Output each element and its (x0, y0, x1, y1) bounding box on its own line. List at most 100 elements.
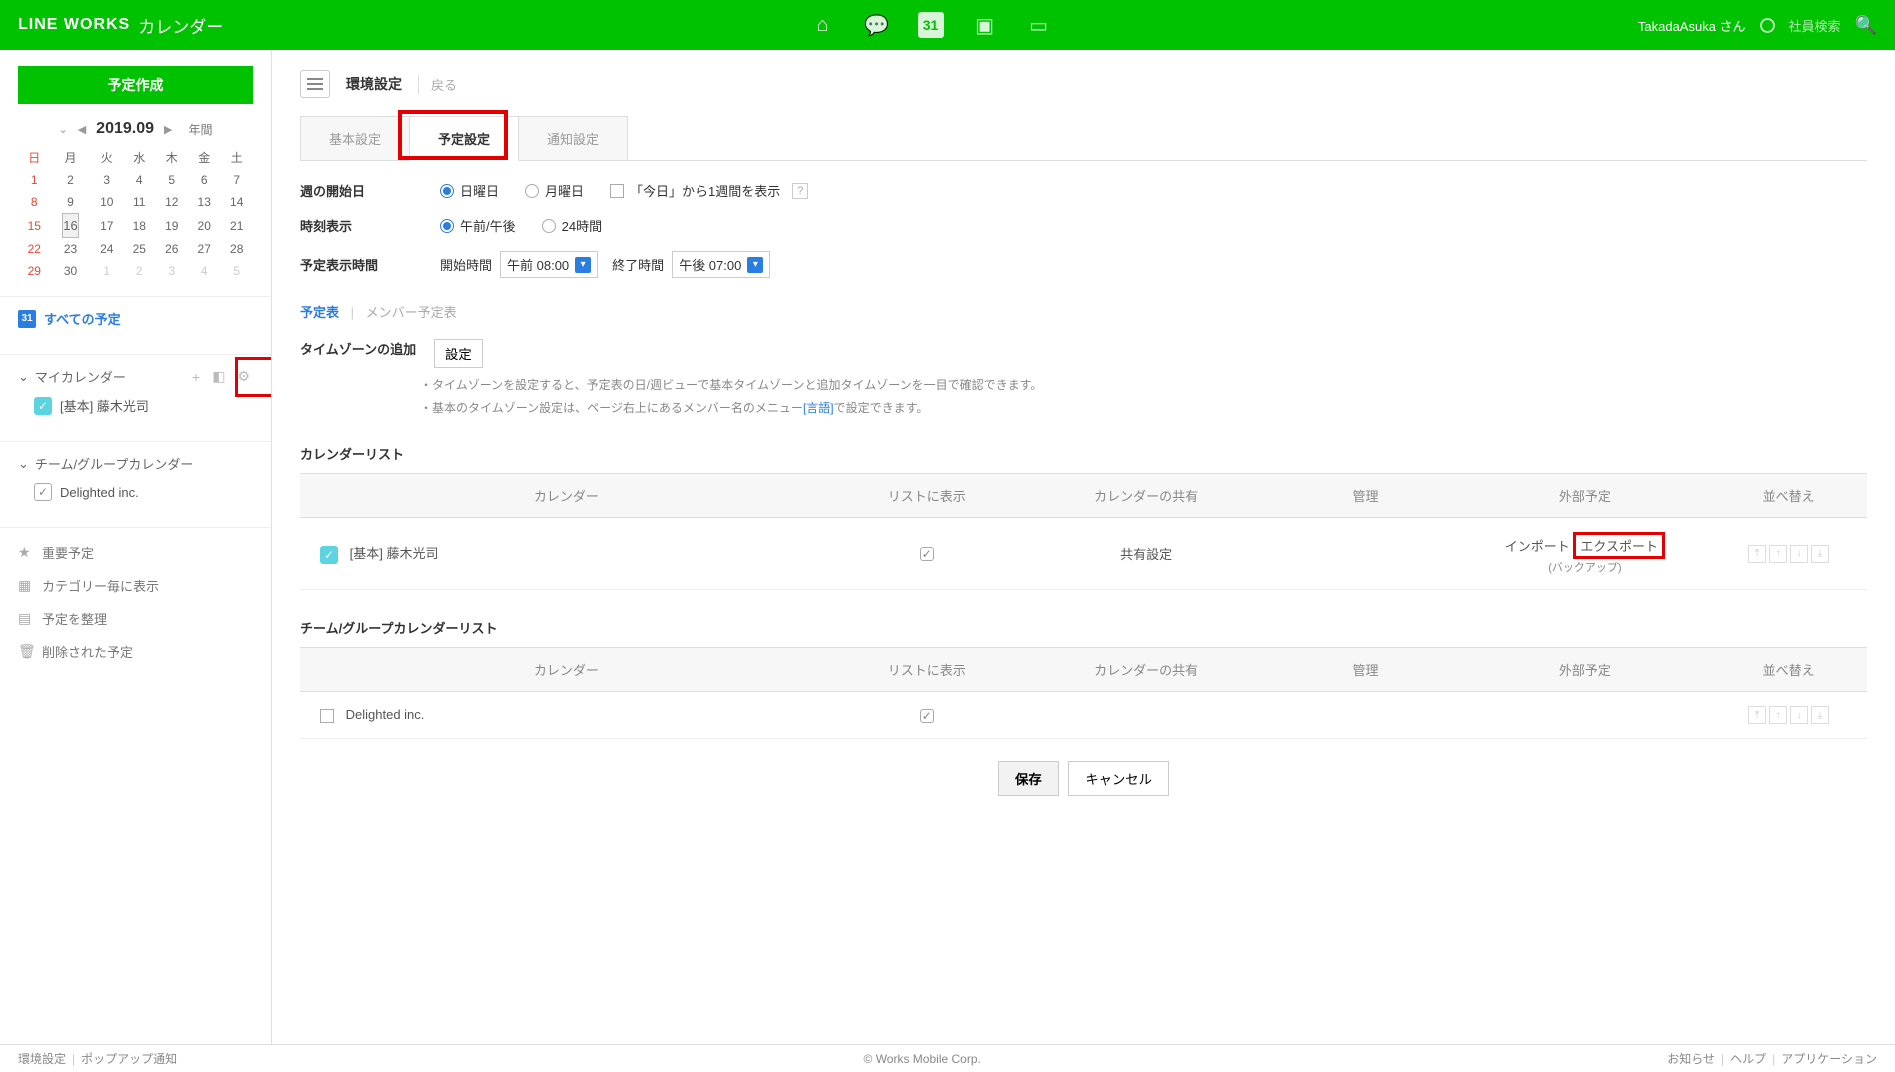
footer-news[interactable]: お知らせ (1667, 1050, 1715, 1067)
start-time-select[interactable]: 午前 08:00▾ (500, 251, 598, 278)
reorder-buttons[interactable]: ⤒↑↓⤓ (1718, 545, 1859, 563)
date-cell[interactable]: 4 (188, 260, 220, 282)
date-cell[interactable]: 4 (123, 169, 155, 191)
sidebar-link[interactable]: ★重要予定 (18, 536, 253, 569)
year-down-icon[interactable]: ⌄ (58, 123, 67, 136)
date-cell[interactable]: 14 (220, 191, 253, 213)
date-cell[interactable]: 13 (188, 191, 220, 213)
power-icon[interactable] (1760, 18, 1775, 33)
date-cell[interactable]: 2 (123, 260, 155, 282)
check-today-week[interactable]: 「今日」から1週間を表示? (610, 181, 808, 200)
end-time-select[interactable]: 午後 07:00▾ (672, 251, 770, 278)
back-link[interactable]: 戻る (418, 75, 457, 94)
footer-help[interactable]: ヘルプ (1730, 1050, 1766, 1067)
reorder-buttons[interactable]: ⤒↑↓⤓ (1718, 706, 1859, 724)
chevron-down-icon: ⌄ (18, 456, 29, 472)
calendar-icon[interactable]: 31 (918, 12, 944, 38)
date-cell[interactable]: 5 (220, 260, 253, 282)
date-cell[interactable]: 19 (156, 213, 188, 238)
checkbox-icon[interactable]: ✓ (34, 483, 52, 501)
team-calendar-header[interactable]: ⌄ チーム/グループカレンダー (18, 454, 253, 473)
date-cell[interactable]: 8 (18, 191, 50, 213)
drive-icon[interactable]: ▭ (1026, 12, 1052, 38)
date-cell[interactable]: 10 (91, 191, 123, 213)
sidebar-link[interactable]: ▦カテゴリー毎に表示 (18, 569, 253, 602)
user-name[interactable]: TakadaAsuka さん (1638, 16, 1746, 35)
date-cell[interactable]: 29 (18, 260, 50, 282)
home-icon[interactable]: ⌂ (810, 12, 836, 38)
subtab-schedule[interactable]: 予定表 (300, 305, 339, 320)
save-button[interactable]: 保存 (998, 761, 1059, 796)
tz-settings-button[interactable]: 設定 (434, 339, 483, 368)
bell-icon[interactable]: ◧ (209, 368, 228, 385)
team-calendar-item[interactable]: ✓ Delighted inc. (18, 473, 253, 501)
prev-month-icon[interactable]: ◀ (78, 123, 86, 136)
date-cell[interactable]: 5 (156, 169, 188, 191)
date-cell[interactable]: 12 (156, 191, 188, 213)
date-cell[interactable]: 15 (18, 213, 50, 238)
search-icon[interactable]: 🔍 (1855, 15, 1877, 36)
my-calendar-header[interactable]: ⌄ マイカレンダー + ◧ ⚙ (18, 367, 253, 386)
tab-notify[interactable]: 通知設定 (518, 116, 628, 160)
subtab-member[interactable]: メンバー予定表 (366, 305, 457, 320)
radio-ampm[interactable]: 午前/午後 (440, 216, 516, 235)
date-cell[interactable]: 17 (91, 213, 123, 238)
date-cell[interactable]: 1 (91, 260, 123, 282)
show-in-list-check[interactable]: ✓ (920, 709, 934, 723)
checkbox-icon[interactable]: ✓ (320, 546, 338, 564)
date-cell[interactable]: 6 (188, 169, 220, 191)
checkbox-icon[interactable] (320, 709, 334, 723)
date-cell[interactable]: 16 (62, 213, 78, 238)
show-in-list-check[interactable]: ✓ (920, 547, 934, 561)
date-cell[interactable]: 3 (91, 169, 123, 191)
my-calendar-item[interactable]: ✓ [基本] 藤木光司 (18, 386, 253, 415)
export-link[interactable]: エクスポート (1580, 539, 1658, 554)
team-list-table: カレンダーリストに表示カレンダーの共有管理外部予定並べ替え Delighted … (300, 647, 1867, 739)
date-cell[interactable]: 9 (50, 191, 90, 213)
date-cell[interactable]: 21 (220, 213, 253, 238)
cancel-button[interactable]: キャンセル (1068, 761, 1169, 796)
date-cell[interactable]: 23 (50, 238, 90, 260)
date-cell[interactable]: 22 (18, 238, 50, 260)
tab-basic[interactable]: 基本設定 (300, 116, 410, 160)
tab-schedule[interactable]: 予定設定 (409, 116, 519, 161)
date-cell[interactable]: 1 (18, 169, 50, 191)
date-cell[interactable]: 28 (220, 238, 253, 260)
menu-icon[interactable] (300, 70, 330, 98)
date-cell[interactable]: 18 (123, 213, 155, 238)
all-events-link[interactable]: 31 すべての予定 (18, 309, 253, 328)
help-icon[interactable]: ? (792, 183, 808, 199)
next-month-icon[interactable]: ▶ (164, 123, 172, 136)
date-cell[interactable]: 7 (220, 169, 253, 191)
checkbox-icon[interactable]: ✓ (34, 397, 52, 415)
nav-icons: ⌂ 💬 31 ▣ ▭ (810, 12, 1052, 38)
date-cell[interactable]: 24 (91, 238, 123, 260)
add-icon[interactable]: + (189, 369, 203, 385)
date-cell[interactable]: 11 (123, 191, 155, 213)
date-cell[interactable]: 3 (156, 260, 188, 282)
year-view-link[interactable]: 年間 (188, 121, 212, 138)
app-name: カレンダー (138, 13, 223, 38)
language-link[interactable]: [言語] (803, 401, 834, 415)
employee-search-link[interactable]: 社員検索 (1789, 16, 1841, 35)
footer-popup[interactable]: ポップアップ通知 (81, 1050, 177, 1067)
share-settings-link[interactable]: 共有設定 (1120, 547, 1172, 562)
date-cell[interactable]: 2 (50, 169, 90, 191)
contacts-icon[interactable]: ▣ (972, 12, 998, 38)
footer-app[interactable]: アプリケーション (1781, 1050, 1877, 1067)
date-cell[interactable]: 27 (188, 238, 220, 260)
date-cell[interactable]: 26 (156, 238, 188, 260)
radio-monday[interactable]: 月曜日 (525, 181, 584, 200)
chat-icon[interactable]: 💬 (864, 12, 890, 38)
import-link[interactable]: インポート (1505, 539, 1570, 554)
topbar: LINE WORKS カレンダー ⌂ 💬 31 ▣ ▭ TakadaAsuka … (0, 0, 1895, 50)
radio-sunday[interactable]: 日曜日 (440, 181, 499, 200)
sidebar-link[interactable]: 🗑削除された予定 (18, 635, 253, 668)
radio-24h[interactable]: 24時間 (542, 216, 602, 235)
sidebar-link[interactable]: ▤予定を整理 (18, 602, 253, 635)
footer-settings[interactable]: 環境設定 (18, 1050, 66, 1067)
date-cell[interactable]: 20 (188, 213, 220, 238)
create-event-button[interactable]: 予定作成 (18, 66, 253, 104)
date-cell[interactable]: 30 (50, 260, 90, 282)
date-cell[interactable]: 25 (123, 238, 155, 260)
